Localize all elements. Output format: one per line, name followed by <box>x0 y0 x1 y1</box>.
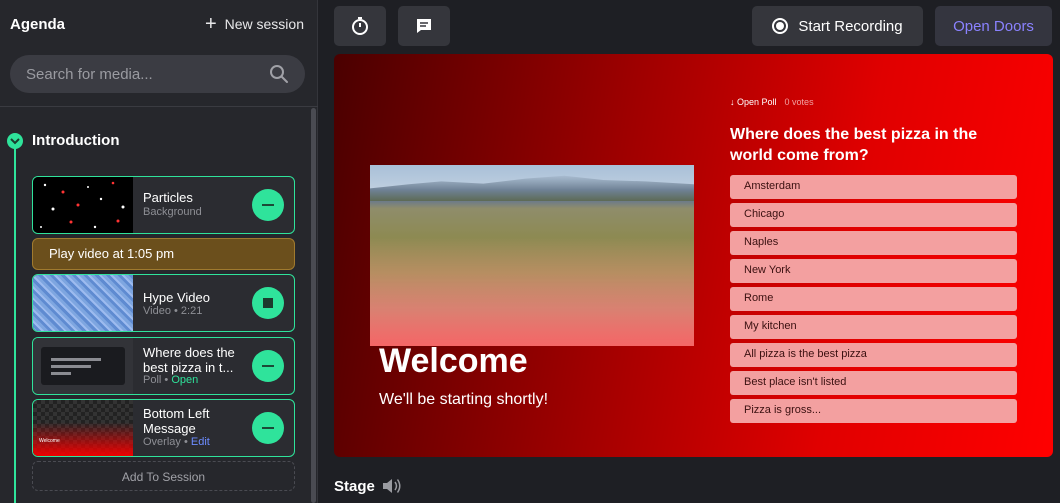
play-video-banner[interactable]: Play video at 1:05 pm <box>32 238 295 270</box>
poll-option: Pizza is gross... <box>730 399 1017 423</box>
card-subtitle: Poll • Open <box>143 374 199 386</box>
stage-landscape-image <box>370 165 694 346</box>
chat-icon <box>417 19 431 33</box>
welcome-heading: Welcome <box>379 342 528 380</box>
poll-option: Rome <box>730 287 1017 311</box>
new-session-label: New session <box>224 16 304 32</box>
sidebar-scrollbar[interactable] <box>311 108 316 503</box>
poll-option: New York <box>730 259 1017 283</box>
open-doors-button[interactable]: Open Doors <box>935 6 1052 46</box>
card-title: Particles <box>143 190 193 205</box>
poll-status: Open <box>171 374 199 386</box>
card-subtitle: Video • 2:21 <box>143 305 203 317</box>
speaker-icon[interactable] <box>381 476 403 496</box>
poll-votes: 0 votes <box>784 97 814 107</box>
plus-icon: + <box>204 13 217 35</box>
sidebar-header: Agenda + New session <box>0 0 318 52</box>
poll-question: Where does the best pizza in the world c… <box>730 126 978 164</box>
overlay-thumbnail: Welcome <box>33 400 133 456</box>
mountains-graphic <box>370 175 694 201</box>
poll-meta: ↓ Open Poll 0 votes <box>730 97 814 107</box>
card-subtitle: Background <box>143 206 202 218</box>
record-label: Start Recording <box>798 17 903 35</box>
stopwatch-icon <box>352 17 368 35</box>
poll-option: Best place isn't listed <box>730 371 1017 395</box>
add-to-session-button[interactable]: Add To Session <box>32 461 295 491</box>
start-recording-button[interactable]: Start Recording <box>752 6 923 46</box>
poll-option: My kitchen <box>730 315 1017 339</box>
remove-button[interactable] <box>252 412 284 444</box>
section-title: Introduction <box>32 132 120 149</box>
minus-icon <box>262 365 274 367</box>
card-subtitle: Overlay • Edit <box>143 436 210 448</box>
media-card-hype-video[interactable]: Hype Video Video • 2:21 <box>32 274 295 332</box>
stop-icon <box>263 298 273 308</box>
search-input[interactable] <box>26 65 269 83</box>
new-session-button[interactable]: + New session <box>204 13 304 35</box>
poll-option: All pizza is the best pizza <box>730 343 1017 367</box>
minus-icon <box>262 204 274 206</box>
search-icon[interactable] <box>269 64 289 84</box>
poll-option: Chicago <box>730 203 1017 227</box>
minus-icon <box>262 427 274 429</box>
media-card-overlay[interactable]: Welcome Bottom Left Message Overlay • Ed… <box>32 399 295 457</box>
sidebar-title: Agenda <box>10 16 66 33</box>
agenda-sidebar: Agenda + New session Introduction <box>0 0 318 503</box>
poll-option: Amsterdam <box>730 175 1017 199</box>
poll-options: Amsterdam Chicago Naples New York Rome M… <box>730 175 1017 427</box>
welcome-subtitle: We'll be starting shortly! <box>379 391 549 408</box>
media-search <box>10 55 305 93</box>
media-card-poll[interactable]: Where does the best pizza in t... Poll •… <box>32 337 295 395</box>
remove-button[interactable] <box>252 350 284 382</box>
stage-label: Stage <box>334 478 375 495</box>
poll-thumbnail <box>33 338 133 394</box>
stage-preview: Welcome We'll be starting shortly! ↓ Ope… <box>334 54 1053 457</box>
media-card-particles[interactable]: Particles Background <box>32 176 295 234</box>
card-title: Bottom Left Message <box>143 406 210 436</box>
record-icon <box>772 18 789 34</box>
particles-thumbnail <box>33 177 133 233</box>
overlay-thumb-text: Welcome <box>39 438 60 444</box>
sidebar-divider <box>0 106 318 107</box>
poll-option: Naples <box>730 231 1017 255</box>
edit-link[interactable]: Edit <box>191 436 210 448</box>
poll-tag: ↓ Open Poll <box>730 97 777 107</box>
card-title: Where does the best pizza in t... <box>143 345 235 375</box>
card-title: Hype Video <box>143 290 210 305</box>
particles-image <box>40 181 125 229</box>
timer-button[interactable] <box>334 6 386 46</box>
stop-button[interactable] <box>252 287 284 319</box>
section-expand-icon[interactable] <box>7 133 23 149</box>
chevron-down-icon <box>10 138 20 145</box>
remove-button[interactable] <box>252 189 284 221</box>
hype-video-thumbnail <box>33 275 133 331</box>
timeline-line <box>14 140 16 503</box>
chat-button[interactable] <box>398 6 450 46</box>
